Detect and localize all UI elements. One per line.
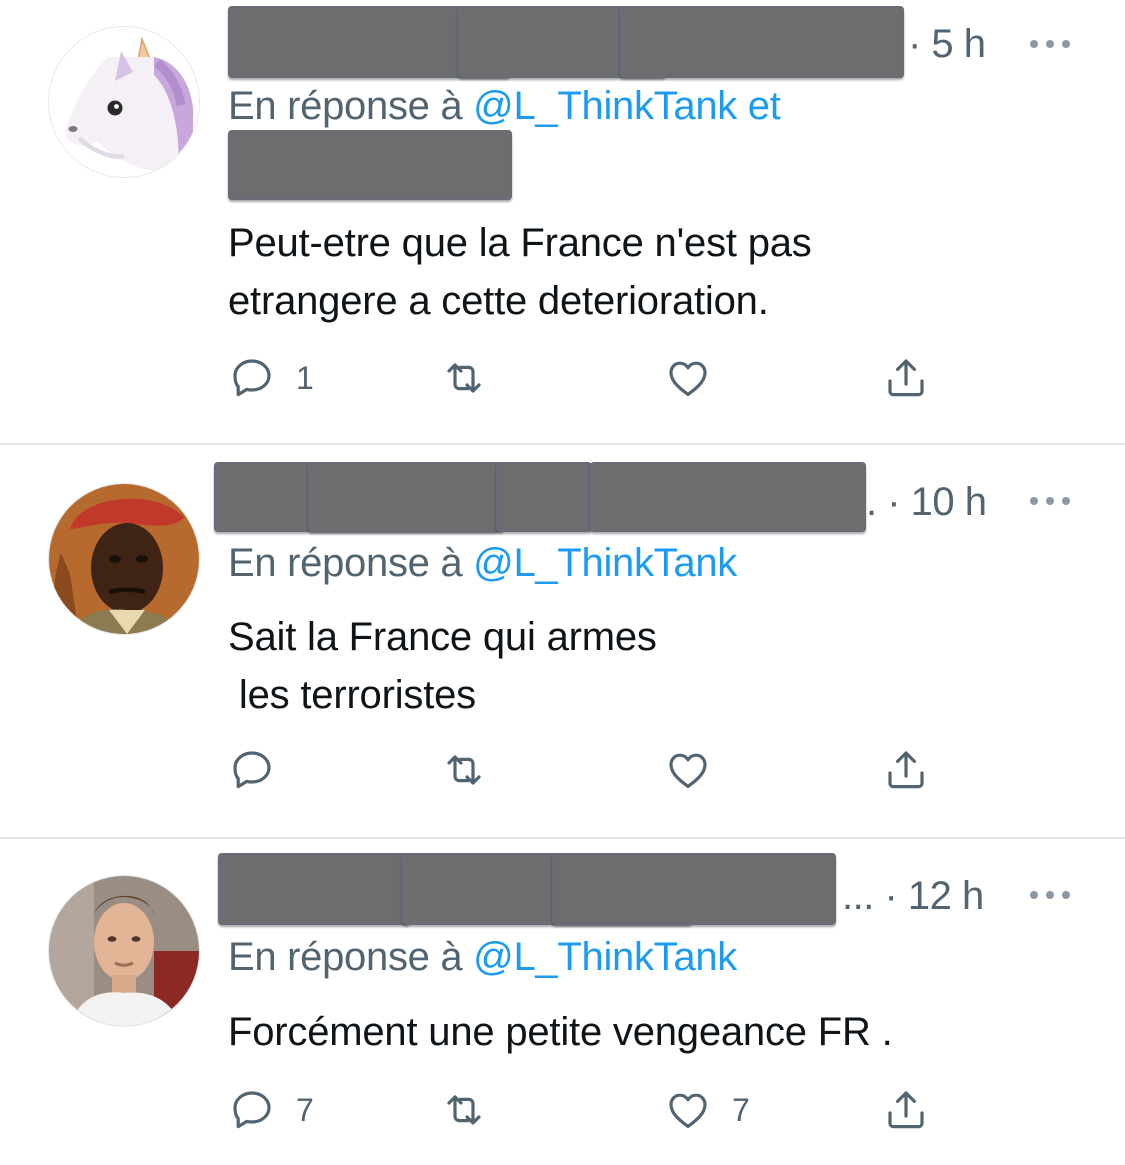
- reply-prefix: En réponse à: [228, 541, 474, 585]
- reply-button[interactable]: 7: [228, 1085, 314, 1135]
- reply-icon: [228, 746, 276, 794]
- share-button[interactable]: [882, 353, 930, 403]
- share-icon: [882, 746, 930, 794]
- share-icon: [882, 1086, 930, 1134]
- mention-link[interactable]: @L_ThinkTank: [473, 541, 737, 585]
- tweet-1[interactable]: · 5 h En réponse à @L_ThinkTank et Peut-…: [0, 0, 1125, 444]
- reply-context: En réponse à @L_ThinkTank: [228, 541, 737, 586]
- reply-prefix: En réponse à: [228, 935, 474, 979]
- reply-prefix: En réponse à: [228, 84, 474, 128]
- reply-icon: [228, 354, 276, 402]
- reply-button[interactable]: [228, 745, 296, 795]
- mention-link[interactable]: @L_ThinkTank: [473, 935, 737, 979]
- tweet-timestamp[interactable]: . · 10 h: [866, 480, 987, 525]
- reply-count: 1: [296, 359, 314, 396]
- retweet-icon: [440, 1086, 488, 1134]
- tweet-text: Peut-etre que la France n'est pas etrang…: [228, 221, 812, 323]
- reply-count: 7: [296, 1091, 314, 1128]
- like-button[interactable]: [664, 353, 732, 403]
- beret-man-avatar[interactable]: [48, 483, 200, 635]
- heart-icon: [664, 746, 712, 794]
- unicorn-avatar[interactable]: [48, 26, 200, 178]
- heart-icon: [664, 354, 712, 402]
- heart-icon: [664, 1086, 712, 1134]
- retweet-button[interactable]: [440, 353, 508, 403]
- tweet-text: Sait la France qui armes les terroristes: [228, 615, 657, 717]
- like-count: 7: [732, 1091, 750, 1128]
- tweet-3[interactable]: ... · 12 h En réponse à @L_ThinkTank For…: [0, 839, 1125, 1165]
- tweet-text: Forcément une petite vengeance FR .: [228, 1010, 893, 1054]
- more-icon[interactable]: [1030, 889, 1070, 901]
- more-icon[interactable]: [1030, 38, 1070, 50]
- share-button[interactable]: [882, 1085, 930, 1135]
- reply-icon: [228, 1086, 276, 1134]
- reply-button[interactable]: 1: [228, 353, 314, 403]
- tweet-timestamp[interactable]: ... · 12 h: [842, 874, 984, 919]
- reply-context: En réponse à @L_ThinkTank: [228, 935, 737, 980]
- share-icon: [882, 354, 930, 402]
- reply-context: En réponse à @L_ThinkTank et: [228, 84, 781, 129]
- more-icon[interactable]: [1030, 495, 1070, 507]
- share-button[interactable]: [882, 745, 930, 795]
- like-button[interactable]: [664, 745, 732, 795]
- like-button[interactable]: 7: [664, 1085, 750, 1135]
- tweet-timestamp[interactable]: · 5 h: [908, 22, 986, 67]
- mention-link[interactable]: @L_ThinkTank et: [473, 84, 781, 128]
- retweet-button[interactable]: [440, 1085, 508, 1135]
- tweet-2[interactable]: . · 10 h En réponse à @L_ThinkTank Sait …: [0, 445, 1125, 837]
- retweet-icon: [440, 354, 488, 402]
- retweet-icon: [440, 746, 488, 794]
- retweet-button[interactable]: [440, 745, 508, 795]
- footballer-avatar[interactable]: [48, 875, 200, 1027]
